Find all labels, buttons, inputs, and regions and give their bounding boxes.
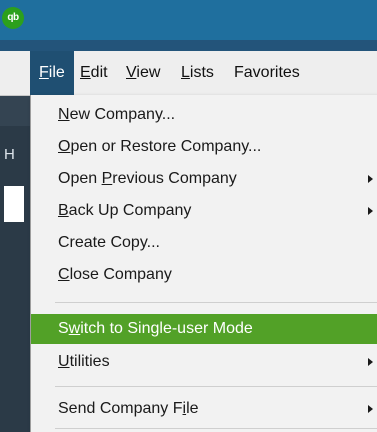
accel-char: B <box>58 202 69 219</box>
submenu-arrow-icon <box>368 405 373 413</box>
menu-file[interactable]: File <box>30 51 74 95</box>
menu-lists-accel: L <box>181 64 190 81</box>
title-bar: qb <box>0 0 377 40</box>
menu-item-close-company[interactable]: Close Company <box>31 260 377 290</box>
menu-item-label: Create Copy... <box>58 234 160 251</box>
menu-item-label: S <box>58 320 69 337</box>
accel-char: O <box>58 138 71 155</box>
menu-edit-accel: E <box>80 64 91 81</box>
menu-item-label: lose Company <box>69 266 172 283</box>
menu-view-accel: V <box>126 64 137 81</box>
accel-char: U <box>58 353 70 370</box>
menu-item-back-up-company[interactable]: Back Up Company <box>31 196 377 226</box>
background-field <box>4 186 24 222</box>
menu-item-label: Send Company F <box>58 400 183 417</box>
menu-item-new-company[interactable]: New Company... <box>31 100 377 130</box>
menu-item-send-company-file[interactable]: Send Company File <box>31 394 377 424</box>
menu-bar: File Edit View Lists Favorites <box>0 51 377 96</box>
menu-item-label: revious Company <box>112 170 237 187</box>
accel-char: w <box>68 320 81 337</box>
menu-item-label: pen or Restore Company... <box>70 138 262 155</box>
submenu-arrow-icon <box>368 175 373 183</box>
accel-char: C <box>58 266 70 283</box>
background-panel <box>0 96 30 126</box>
menu-item-open-restore-company[interactable]: Open or Restore Company... <box>31 132 377 162</box>
menu-lists[interactable]: Lists <box>181 51 214 95</box>
accel-char: N <box>58 106 70 123</box>
background-partial-text: H <box>4 146 15 163</box>
file-menu-dropdown: New Company... Open or Restore Company..… <box>30 95 377 432</box>
menu-file-accel: F <box>39 64 49 81</box>
menu-item-label: tilities <box>69 353 110 370</box>
accel-char: P <box>101 170 113 187</box>
menu-item-create-copy[interactable]: Create Copy... <box>31 228 377 258</box>
menu-separator <box>55 428 377 429</box>
menu-item-label: ew Company... <box>69 106 176 123</box>
menu-file-label: ile <box>48 64 65 81</box>
menu-item-switch-single-user-mode[interactable]: Switch to Single-user Mode <box>31 314 377 344</box>
menu-lists-label: ists <box>189 64 214 81</box>
submenu-arrow-icon <box>368 358 373 366</box>
menu-item-utilities[interactable]: Utilities <box>31 347 377 377</box>
toolbar-strip <box>0 40 377 51</box>
menu-favorites-label: Favorites <box>234 64 300 81</box>
menu-separator <box>55 386 377 387</box>
menu-item-open-previous-company[interactable]: Open Previous Company <box>31 164 377 194</box>
menu-item-label: itch to Single-user Mode <box>80 320 253 337</box>
menu-view[interactable]: View <box>126 51 160 95</box>
menu-item-label: ack Up Company <box>68 202 192 219</box>
menu-item-label: le <box>186 400 199 417</box>
submenu-arrow-icon <box>368 207 373 215</box>
menu-edit[interactable]: Edit <box>80 51 108 95</box>
menu-item-label: Open <box>58 170 102 187</box>
quickbooks-logo-icon: qb <box>2 7 24 29</box>
menu-view-label: iew <box>136 64 161 81</box>
menu-edit-label: dit <box>90 64 108 81</box>
menu-favorites[interactable]: Favorites <box>234 51 300 95</box>
menu-separator <box>55 302 377 303</box>
